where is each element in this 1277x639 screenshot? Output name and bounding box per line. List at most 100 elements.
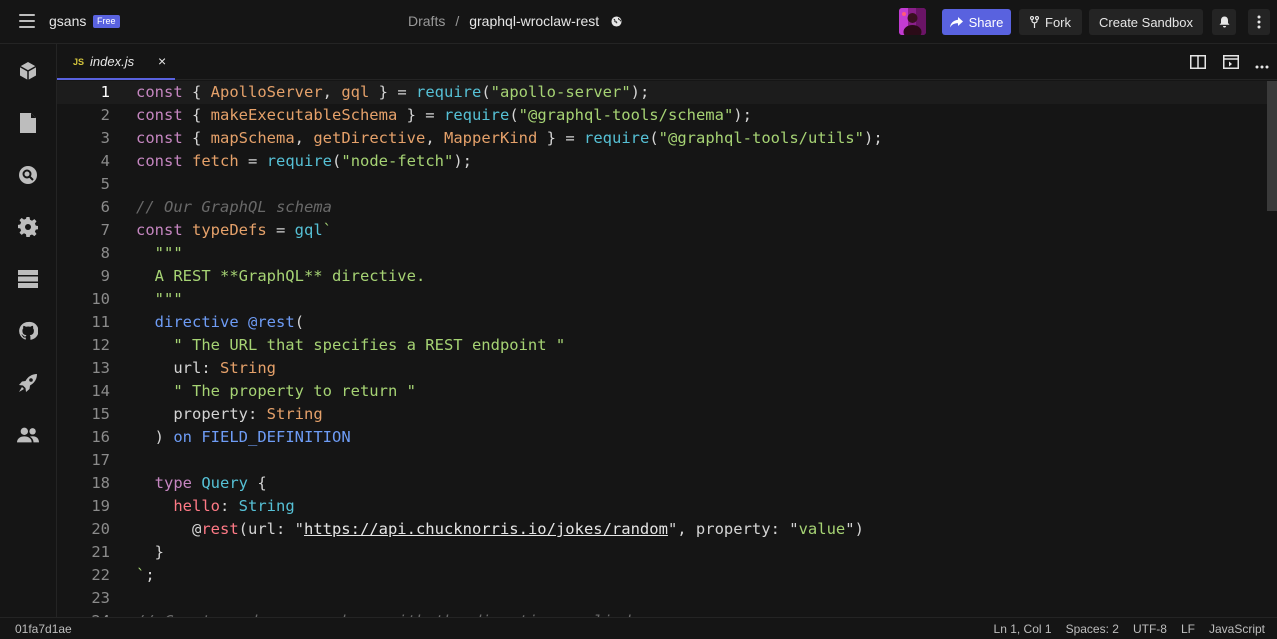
share-icon (949, 16, 963, 27)
rocket-icon[interactable] (17, 372, 39, 394)
code-token: Query (201, 474, 249, 492)
code-line[interactable]: 6 // Our GraphQL schema (57, 196, 1267, 219)
sandbox-name[interactable]: graphql-wroclaw-rest (469, 13, 599, 29)
cube-icon[interactable] (17, 60, 39, 82)
line-number: 6 (100, 198, 110, 216)
status-bar: 01fa7d1ae Ln 1, Col 1 Spaces: 2 UTF-8 LF… (0, 617, 1277, 639)
file-icon[interactable] (17, 112, 39, 134)
more-options-button[interactable] (1248, 9, 1270, 35)
code-token: require (416, 83, 482, 101)
code-line[interactable]: 23 (57, 587, 1267, 610)
code-line[interactable]: 19 hello: String (57, 495, 1267, 518)
globe-icon (611, 16, 622, 27)
language-mode[interactable]: JavaScript (1209, 622, 1265, 636)
code-line[interactable]: 17 (57, 449, 1267, 472)
code-line[interactable]: 18 type Query { (57, 472, 1267, 495)
line-number: 9 (100, 267, 110, 285)
code-text: // Our GraphQL schema (136, 196, 332, 219)
line-number: 10 (91, 290, 110, 308)
code-token: " The URL that specifies a REST endpoint… (136, 336, 566, 354)
github-icon[interactable] (17, 320, 39, 342)
code-token: ( (481, 83, 491, 101)
code-token: = (238, 152, 267, 170)
code-token: A REST **GraphQL** directive. (136, 267, 426, 285)
code-line[interactable]: 8 """ (57, 242, 1267, 265)
line-number: 14 (91, 382, 110, 400)
code-line[interactable]: 21 } (57, 541, 1267, 564)
code-token: String (220, 359, 276, 377)
cursor-position[interactable]: Ln 1, Col 1 (994, 622, 1052, 636)
line-endings[interactable]: LF (1181, 622, 1195, 636)
code-token: : (220, 497, 239, 515)
code-token: require (584, 129, 650, 147)
code-line[interactable]: 15 property: String (57, 403, 1267, 426)
code-line[interactable]: 20 @rest(url: "https://api.chucknorris.i… (57, 518, 1267, 541)
code-line[interactable]: 13 url: String (57, 357, 1267, 380)
line-number: 17 (91, 451, 110, 469)
tab-filename: index.js (90, 54, 135, 69)
code-line[interactable]: 16 ) on FIELD_DEFINITION (57, 426, 1267, 449)
code-line[interactable]: 9 A REST **GraphQL** directive. (57, 265, 1267, 288)
split-view-icon[interactable] (1190, 55, 1206, 69)
create-sandbox-button[interactable]: Create Sandbox (1089, 9, 1203, 35)
code-line[interactable]: 12 " The URL that specifies a REST endpo… (57, 334, 1267, 357)
menu-icon[interactable] (19, 14, 35, 28)
code-editor[interactable]: 1 const { ApolloServer, gql } = require("… (57, 81, 1277, 617)
code-line[interactable]: 1 const { ApolloServer, gql } = require("… (57, 81, 1267, 104)
code-line[interactable]: 5 (57, 173, 1267, 196)
preview-icon[interactable] (1223, 55, 1239, 69)
code-line[interactable]: 7 const typeDefs = gql` (57, 219, 1267, 242)
code-token: (url: " (238, 520, 304, 538)
code-token: ; (145, 566, 155, 584)
code-text: const { ApolloServer, gql } = require("a… (136, 81, 649, 104)
line-number: 16 (91, 428, 110, 446)
code-line[interactable]: 10 """ (57, 288, 1267, 311)
code-token: { (182, 129, 211, 147)
share-button[interactable]: Share (942, 9, 1011, 35)
more-vertical-icon (1257, 15, 1261, 29)
users-icon[interactable] (17, 424, 39, 446)
code-token: { (248, 474, 267, 492)
close-icon[interactable]: × (158, 53, 166, 69)
code-token: ); (863, 129, 883, 147)
code-line[interactable]: 22 `; (57, 564, 1267, 587)
editor-scrollbar[interactable] (1267, 81, 1277, 211)
code-line[interactable]: 11 directive @rest( (57, 311, 1267, 334)
notifications-button[interactable] (1212, 9, 1236, 35)
code-token: ", property: " (667, 520, 799, 538)
code-token: { (182, 83, 211, 101)
code-token: value (798, 520, 846, 538)
breadcrumb-separator: / (455, 13, 460, 29)
code-token: } = (369, 83, 416, 101)
code-line[interactable]: 3 const { mapSchema, getDirective, Mapper… (57, 127, 1267, 150)
code-line[interactable]: 2 const { makeExecutableSchema } = requir… (57, 104, 1267, 127)
gear-icon[interactable] (17, 216, 39, 238)
server-icon[interactable] (17, 268, 39, 290)
line-number: 21 (91, 543, 110, 561)
code-text: `; (136, 564, 155, 587)
code-line[interactable]: 24 // Create and map a schema with the di… (57, 610, 1267, 617)
code-token: @rest (248, 313, 295, 331)
code-text: A REST **GraphQL** directive. (136, 265, 426, 288)
indentation[interactable]: Spaces: 2 (1066, 622, 1119, 636)
code-line[interactable]: 14 " The property to return " (57, 380, 1267, 403)
line-number: 5 (100, 175, 110, 193)
workspace-name[interactable]: gsans (49, 13, 86, 29)
code-line[interactable]: 4 const fetch = require("node-fetch"); (57, 150, 1267, 173)
more-horizontal-icon[interactable] (1255, 56, 1271, 70)
line-number: 22 (91, 566, 110, 584)
line-number: 1 (100, 83, 110, 101)
commit-hash: 01fa7d1ae (15, 622, 72, 636)
file-encoding[interactable]: UTF-8 (1133, 622, 1167, 636)
code-token: ); (453, 152, 473, 170)
code-token: gql (341, 83, 370, 101)
line-number: 2 (100, 106, 110, 124)
code-text: url: String (136, 357, 276, 380)
avatar[interactable] (899, 8, 926, 35)
fork-button[interactable]: Fork (1019, 9, 1082, 35)
breadcrumb-drafts[interactable]: Drafts (408, 13, 445, 29)
search-icon[interactable] (17, 164, 39, 186)
code-token: String (238, 497, 295, 515)
tab-index-js[interactable]: JS index.js × (57, 44, 175, 80)
